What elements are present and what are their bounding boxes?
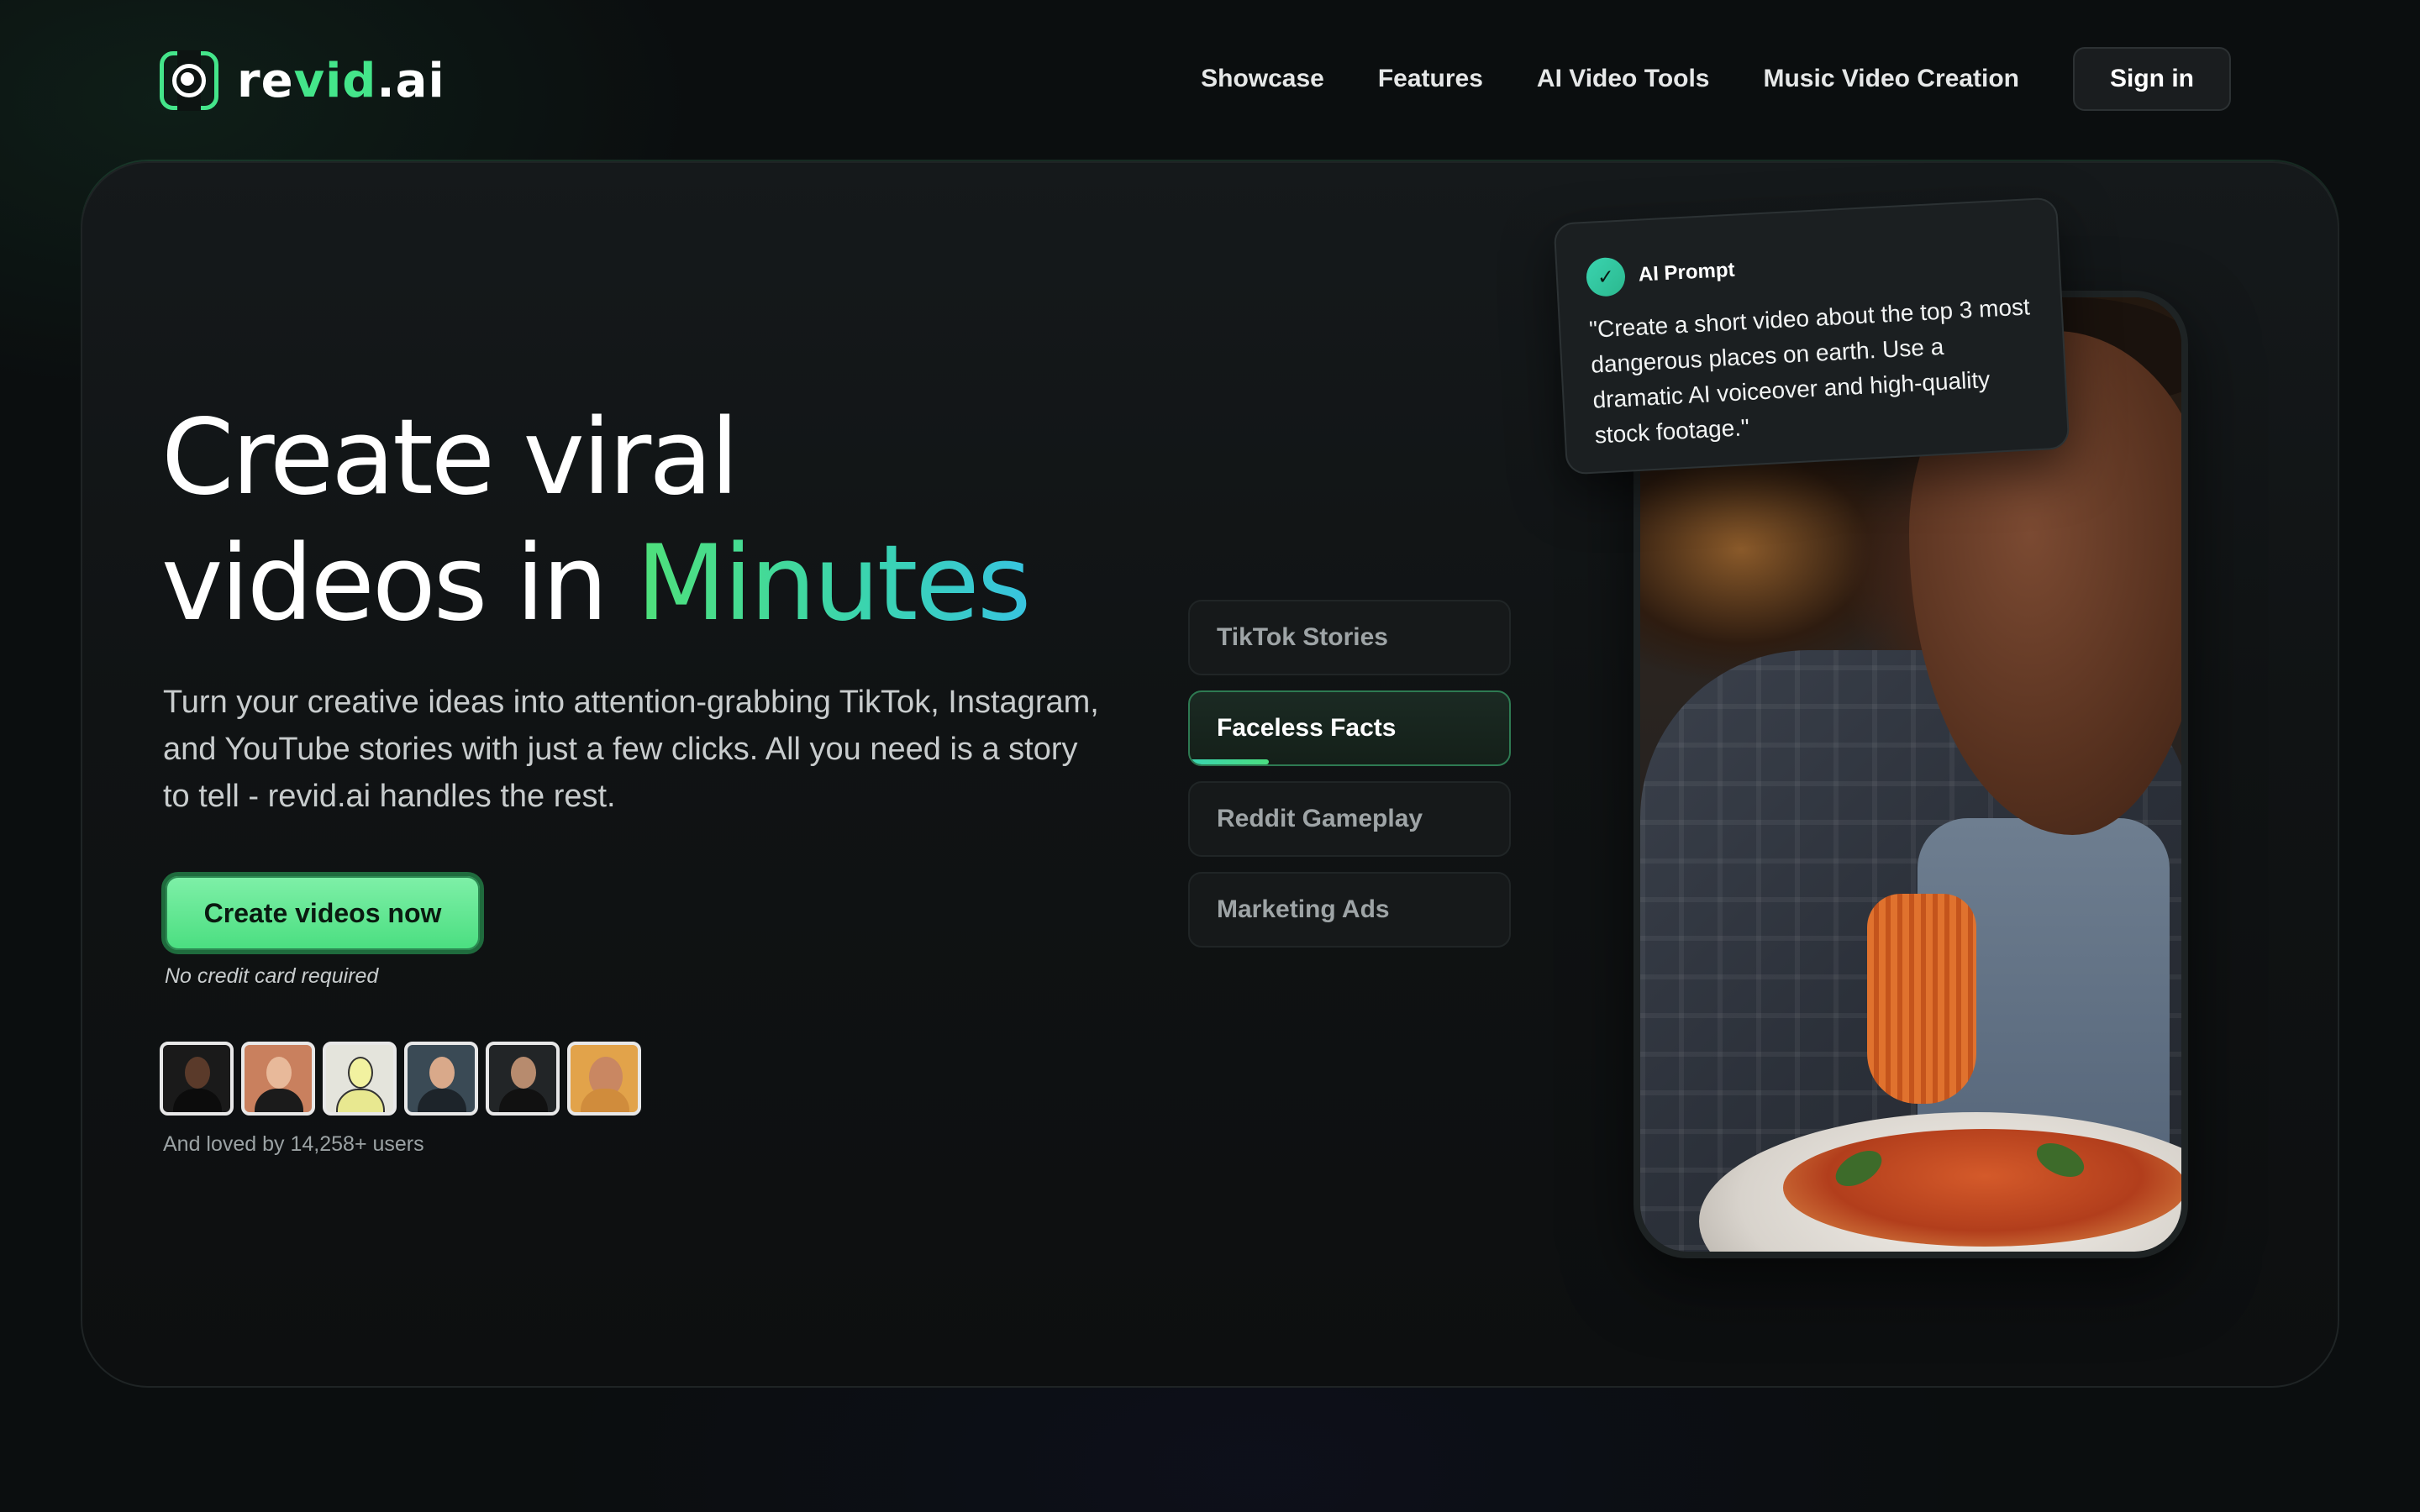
sign-in-button[interactable]: Sign in: [2073, 47, 2231, 111]
logo-camera-icon: [160, 50, 218, 111]
tab-progress-bar: [1190, 759, 1269, 764]
user-avatar-6: [567, 1042, 641, 1116]
tab-reddit-gameplay[interactable]: Reddit Gameplay: [1188, 781, 1511, 857]
user-avatar-1: [160, 1042, 234, 1116]
create-videos-button[interactable]: Create videos now: [161, 872, 484, 954]
headline-accent: Minutes: [636, 523, 1031, 644]
ai-prompt-card: ✓ AI Prompt "Create a short video about …: [1553, 197, 2070, 475]
ai-prompt-label: AI Prompt: [1638, 258, 1736, 286]
nav-link-showcase[interactable]: Showcase: [1201, 65, 1324, 93]
nav-link-ai-video-tools[interactable]: AI Video Tools: [1537, 65, 1710, 93]
nav-link-features[interactable]: Features: [1378, 65, 1483, 93]
loved-by-text: And loved by 14,258+ users: [163, 1132, 424, 1156]
hero-headline: Create viral videos in Minutes: [161, 395, 1031, 647]
user-avatar-3: [323, 1042, 397, 1116]
check-icon: ✓: [1585, 256, 1627, 297]
user-avatars: [160, 1042, 641, 1116]
user-avatar-5: [486, 1042, 560, 1116]
tab-marketing-ads[interactable]: Marketing Ads: [1188, 872, 1511, 948]
headline-line-2-prefix: videos in: [161, 523, 637, 644]
logo[interactable]: revid.ai: [160, 49, 445, 113]
top-nav: Showcase Features AI Video Tools Music V…: [1201, 47, 2231, 111]
headline-line-1: Create viral: [161, 397, 739, 518]
no-credit-card-note: No credit card required: [165, 964, 379, 988]
nav-link-music-video-creation[interactable]: Music Video Creation: [1763, 65, 2019, 93]
category-tabs: TikTok Stories Faceless Facts Reddit Gam…: [1188, 600, 1511, 963]
tab-faceless-facts[interactable]: Faceless Facts: [1188, 690, 1511, 766]
landing-page: revid.ai Showcase Features AI Video Tool…: [0, 0, 2420, 1512]
hero-subtext: Turn your creative ideas into attention-…: [163, 685, 1099, 814]
tab-tiktok-stories[interactable]: TikTok Stories: [1188, 600, 1511, 675]
user-avatar-2: [241, 1042, 315, 1116]
ai-prompt-text: "Create a short video about the top 3 mo…: [1588, 293, 2031, 449]
logo-text: revid.ai: [237, 53, 445, 108]
user-avatar-4: [404, 1042, 478, 1116]
